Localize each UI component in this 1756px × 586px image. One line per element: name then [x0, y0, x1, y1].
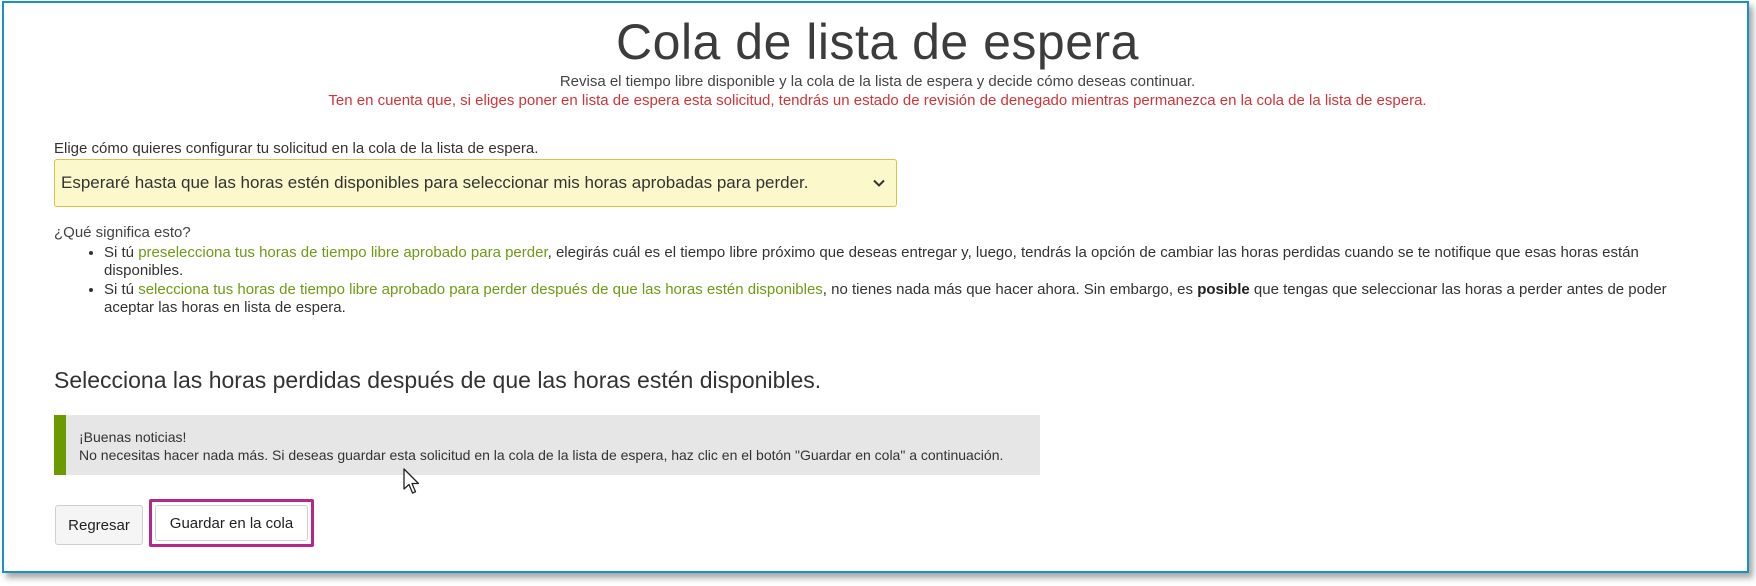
explanation-item: Si tú preselecciona tus horas de tiempo …	[104, 244, 1704, 280]
waitlist-config-select[interactable]: Esperaré hasta que las horas estén dispo…	[54, 159, 897, 207]
page-subtitle: Revisa el tiempo libre disponible y la c…	[559, 73, 1196, 90]
denied-status-warning: Ten en cuenta que, si eliges poner en li…	[328, 92, 1427, 109]
save-button-highlight: Guardar en la cola	[149, 499, 314, 547]
select-later-option-highlight: selecciona tus horas de tiempo libre apr…	[138, 281, 823, 298]
mouse-cursor-icon	[403, 468, 420, 494]
back-button[interactable]: Regresar	[55, 505, 143, 545]
save-to-queue-button[interactable]: Guardar en la cola	[155, 505, 308, 541]
notice-body: No necesitas hacer nada más. Si deseas g…	[79, 447, 1004, 463]
page-title: Cola de lista de espera	[616, 14, 1139, 70]
section-title: Selecciona las horas perdidas después de…	[54, 367, 822, 393]
page-frame: Cola de lista de espera Revisa el tiempo…	[2, 1, 1749, 573]
chevron-down-icon	[873, 179, 885, 187]
good-news-notice: ¡Buenas noticias! No necesitas hacer nad…	[54, 415, 1040, 475]
explanation-item: Si tú selecciona tus horas de tiempo lib…	[104, 281, 1704, 317]
explanation-list: Si tú preselecciona tus horas de tiempo …	[84, 244, 1704, 318]
what-does-this-mean-label: ¿Qué significa esto?	[54, 224, 191, 241]
config-select-label: Elige cómo quieres configurar tu solicit…	[54, 140, 539, 157]
select-selected-value: Esperaré hasta que las horas estén dispo…	[61, 173, 809, 192]
preselect-option-highlight: preselecciona tus horas de tiempo libre …	[138, 244, 548, 261]
notice-heading: ¡Buenas noticias!	[79, 429, 187, 445]
